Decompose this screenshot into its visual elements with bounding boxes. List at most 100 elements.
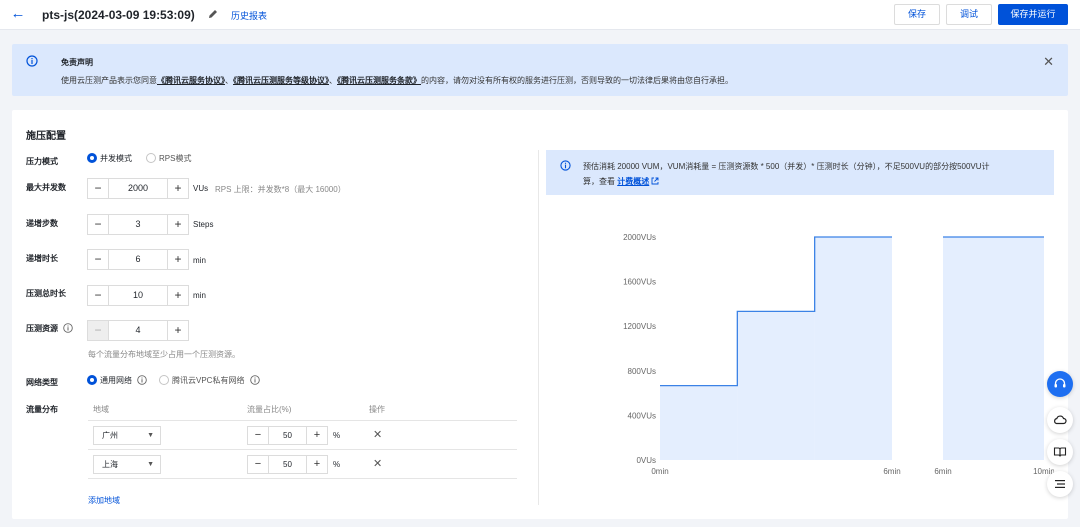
y-tick-label: 1600VUs	[623, 278, 656, 287]
increment-button[interactable]: +	[167, 215, 188, 234]
unit-label: min	[193, 291, 206, 300]
table-divider	[88, 478, 517, 479]
resources-stepper: − 4 +	[87, 320, 189, 341]
sla-link[interactable]: 《腾讯云压测服务等级协议》	[233, 76, 329, 85]
history-report-link[interactable]: 历史报表	[231, 9, 267, 22]
notice-title: 免责声明	[61, 58, 93, 67]
docs-button[interactable]	[1047, 439, 1073, 465]
decrement-button[interactable]: −	[248, 427, 269, 444]
total-duration-input[interactable]: 10	[109, 286, 167, 305]
chevron-down-icon: ▼	[147, 461, 154, 468]
ramp-duration-stepper: − 6 +	[87, 249, 189, 270]
ramp-steps-stepper: − 3 +	[87, 214, 189, 235]
chevron-down-icon: ▼	[147, 432, 154, 439]
table-divider	[88, 420, 517, 421]
info-icon[interactable]	[63, 323, 73, 333]
save-and-run-button[interactable]: 保存并运行	[998, 4, 1068, 25]
network-type-label: 网络类型	[26, 378, 58, 387]
book-icon	[1053, 447, 1067, 457]
traffic-distribution-label: 流量分布	[26, 405, 58, 414]
decrement-button[interactable]: −	[88, 321, 109, 340]
section-title: 施压配置	[26, 131, 66, 142]
menu-list-button[interactable]	[1047, 471, 1073, 497]
increment-button[interactable]: +	[167, 321, 188, 340]
unit-label: Steps	[193, 220, 214, 229]
decrement-button[interactable]: −	[88, 179, 109, 198]
decrement-button[interactable]: −	[88, 250, 109, 269]
service-terms-link[interactable]: 《腾讯云压测服务条款》	[337, 76, 421, 85]
radio-vpc-network[interactable]: 腾讯云VPC私有网络	[159, 375, 260, 387]
pencil-icon[interactable]	[207, 7, 219, 21]
vu-step-chart: 0VUs 400VUs 800VUs 1200VUs 1600VUs 2000VUs 0mi…	[623, 233, 1054, 475]
rps-limit-hint: RPS 上限：并发数*8（最大 16000）	[215, 185, 346, 194]
decrement-button[interactable]: −	[88, 215, 109, 234]
increment-button[interactable]: +	[167, 250, 188, 269]
table-divider	[88, 449, 517, 450]
estimate-info-box: 预估消耗 20000 VUM，VUM消耗量 = 压测资源数 * 500（并发）*…	[546, 150, 1054, 195]
column-header-percent: 流量占比(%)	[247, 405, 292, 414]
decrement-button[interactable]: −	[248, 456, 269, 473]
total-duration-label: 压测总时长	[26, 289, 66, 298]
percent-unit: %	[333, 431, 341, 440]
increment-button[interactable]: +	[306, 456, 327, 473]
region-select[interactable]: 上海 ▼	[93, 455, 161, 474]
radio-general-network[interactable]: 通用网络	[87, 375, 147, 387]
close-icon[interactable]: ✕	[1043, 54, 1054, 70]
column-header-action: 操作	[369, 405, 385, 414]
info-icon[interactable]	[249, 375, 260, 385]
pressure-config-card: 施压配置 压力模式 并发模式 RPS模式 最大并发数 − 2000 + VUs …	[12, 110, 1068, 519]
resources-label: 压测资源	[26, 323, 73, 334]
max-concurrency-input[interactable]: 2000	[109, 179, 167, 198]
step-area	[660, 385, 738, 460]
ramp-steps-label: 递增步数	[26, 219, 58, 228]
decrement-button[interactable]: −	[88, 286, 109, 305]
cloud-help-button[interactable]	[1047, 407, 1073, 433]
max-concurrency-label: 最大并发数	[26, 183, 66, 192]
delete-row-icon[interactable]: ✕	[373, 428, 382, 441]
percent-input[interactable]: 50	[269, 427, 306, 444]
info-icon[interactable]	[137, 375, 147, 385]
step-area	[814, 237, 892, 460]
increment-button[interactable]: +	[167, 179, 188, 198]
estimate-text: 预估消耗 20000 VUM，VUM消耗量 = 压测资源数 * 500（并发）*…	[583, 162, 990, 171]
unit-label: min	[193, 256, 206, 265]
radio-concurrency-mode[interactable]: 并发模式	[87, 153, 132, 165]
x-tick-label: 6min	[934, 467, 951, 475]
save-button[interactable]: 保存	[894, 4, 940, 25]
resources-hint: 每个流量分布地域至少占用一个压测资源。	[88, 350, 240, 359]
ramp-steps-input[interactable]: 3	[109, 215, 167, 234]
resources-input[interactable]: 4	[109, 321, 167, 340]
increment-button[interactable]: +	[167, 286, 188, 305]
max-concurrency-stepper: − 2000 +	[87, 178, 189, 199]
percent-unit: %	[333, 460, 341, 469]
top-bar: ← pts-js(2024-03-09 19:53:09) 历史报表 保存 调试…	[0, 0, 1080, 30]
delete-row-icon[interactable]: ✕	[373, 457, 382, 470]
ramp-duration-input[interactable]: 6	[109, 250, 167, 269]
x-tick-label: 0min	[651, 467, 668, 475]
debug-button[interactable]: 调试	[946, 4, 992, 25]
list-icon	[1055, 480, 1065, 488]
region-select[interactable]: 广州 ▼	[93, 426, 161, 445]
y-tick-label: 0VUs	[636, 456, 656, 465]
percent-stepper: − 50 +	[247, 455, 328, 474]
increment-button[interactable]: +	[306, 427, 327, 444]
external-link-icon[interactable]	[651, 177, 659, 185]
service-agreement-link[interactable]: 《腾讯云服务协议》	[157, 76, 225, 85]
radio-rps-mode[interactable]: RPS模式	[146, 153, 191, 165]
cloud-icon	[1054, 415, 1067, 425]
customer-service-button[interactable]	[1047, 371, 1073, 397]
pressure-mode-label: 压力模式	[26, 157, 58, 166]
column-header-region: 地域	[93, 405, 109, 414]
step-area	[943, 237, 1044, 460]
add-region-link[interactable]: 添加地域	[88, 495, 120, 506]
info-icon	[560, 160, 571, 171]
info-icon	[26, 55, 38, 67]
total-duration-stepper: − 10 +	[87, 285, 189, 306]
billing-overview-link[interactable]: 计费概述	[617, 177, 649, 186]
back-arrow-icon[interactable]: ←	[8, 5, 28, 25]
step-area	[737, 311, 815, 460]
y-tick-label: 1200VUs	[623, 322, 656, 331]
percent-input[interactable]: 50	[269, 456, 306, 473]
y-tick-label: 400VUs	[628, 411, 656, 420]
ramp-duration-label: 递增时长	[26, 254, 58, 263]
